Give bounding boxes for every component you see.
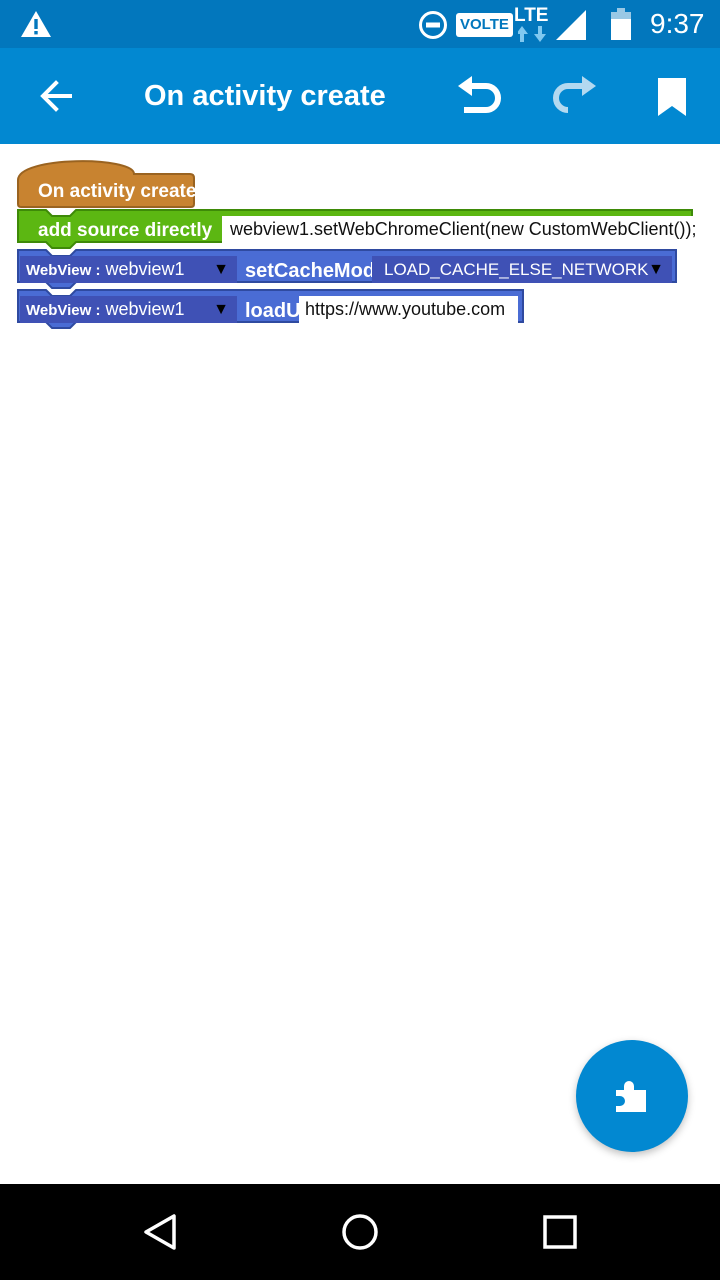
status-bar: VOLTE LTE 9:37 [0, 0, 720, 48]
dropdown-arrow-icon: ▼ [213, 301, 229, 318]
bookmark-icon[interactable] [656, 76, 688, 118]
component-name: webview1 [105, 259, 185, 279]
component-name: webview1 [105, 299, 185, 319]
volte-indicator: VOLTE [456, 13, 513, 37]
clock: 9:37 [650, 8, 705, 39]
event-label: On activity create [38, 181, 197, 202]
method-label-setcachemode: setCacheMode [245, 260, 387, 282]
page-title: On activity create [144, 80, 386, 112]
system-nav-bar [0, 1184, 720, 1280]
url-field[interactable]: https://www.youtube.com [299, 296, 518, 323]
block-canvas[interactable]: On activity create add source directly w… [0, 144, 720, 1184]
undo-icon[interactable] [456, 76, 502, 118]
source-code-field[interactable]: webview1.setWebChromeClient(new CustomWe… [222, 216, 704, 243]
nav-home-icon[interactable] [340, 1212, 380, 1252]
back-arrow-icon[interactable] [36, 76, 76, 116]
component-dropdown[interactable]: WebView : webview1 ▼ [20, 296, 237, 323]
component-type-label: WebView : [26, 302, 101, 319]
redo-icon[interactable] [552, 76, 598, 118]
battery-icon [611, 8, 631, 40]
data-activity-icon [518, 26, 546, 42]
add-source-label: add source directly [38, 220, 213, 241]
component-dropdown[interactable]: WebView : webview1 ▼ [20, 256, 237, 283]
add-source-block[interactable]: add source directly webview1.setWebChrom… [16, 208, 704, 250]
component-type-label: WebView : [26, 262, 101, 279]
cache-mode-value: LOAD_CACHE_ELSE_NETWORK [384, 260, 649, 279]
event-block-on-activity-create[interactable]: On activity create [16, 160, 196, 208]
dropdown-arrow-icon: ▼ [213, 261, 229, 278]
nav-recents-icon[interactable] [540, 1212, 580, 1252]
cache-mode-dropdown[interactable]: LOAD_CACHE_ELSE_NETWORK ▼ [372, 256, 672, 283]
webview-loadurl-block[interactable]: WebView : webview1 ▼ loadUrl https://www… [16, 288, 526, 330]
add-block-fab[interactable] [576, 1040, 688, 1152]
signal-icon [556, 10, 586, 40]
network-type: LTE [514, 5, 549, 26]
app-bar: On activity create [0, 48, 720, 144]
puzzle-piece-icon [616, 1081, 646, 1112]
warning-icon [21, 11, 51, 37]
do-not-disturb-icon [419, 11, 447, 39]
dropdown-arrow-icon: ▼ [648, 261, 664, 278]
nav-back-icon[interactable] [140, 1212, 180, 1252]
webview-setcachemode-block[interactable]: WebView : webview1 ▼ setCacheMode LOAD_C… [16, 248, 680, 290]
